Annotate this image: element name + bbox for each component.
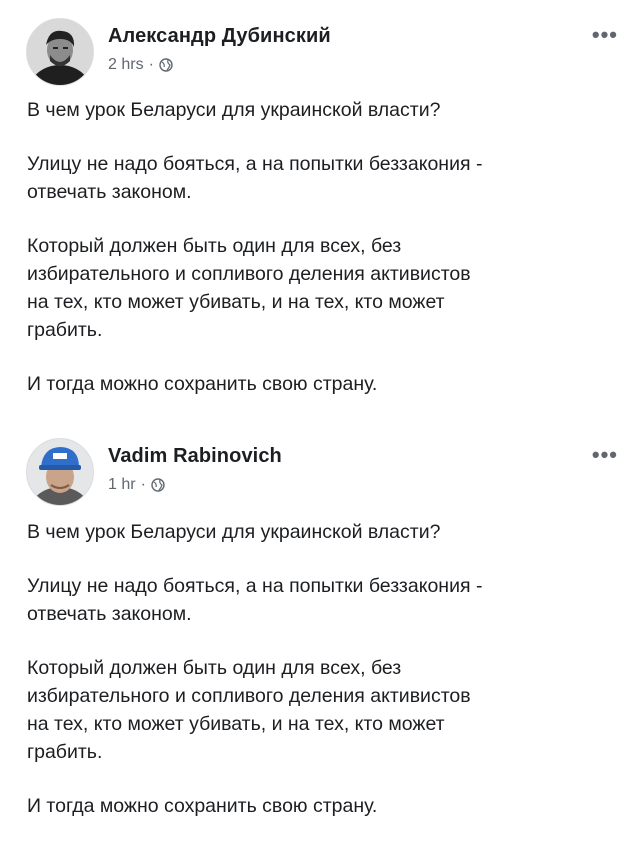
text-line: Улицу не надо бояться, а на попытки безз… — [27, 153, 483, 175]
paragraph: В чем урок Беларуси для украинской власт… — [27, 518, 617, 546]
post-time[interactable]: 2 hrs — [108, 56, 144, 74]
paragraph: В чем урок Беларуси для украинской власт… — [27, 96, 617, 124]
more-options-icon[interactable]: ••• — [592, 444, 618, 466]
author-name[interactable]: Vadim Rabinovich — [108, 445, 282, 468]
paragraph: Улицу не надо бояться, а на попытки безз… — [27, 572, 617, 628]
globe-icon — [151, 478, 165, 492]
text-line: отвечать законом. — [27, 603, 192, 625]
text-line: избирательного и сопливого деления актив… — [27, 685, 471, 707]
text-line: И тогда можно сохранить свою страну. — [27, 373, 378, 395]
text-line: Который должен быть один для всех, без — [27, 657, 402, 679]
text-line: Который должен быть один для всех, без — [27, 235, 402, 257]
post-text: В чем урок Беларуси для украинской власт… — [27, 96, 617, 424]
post-text: В чем урок Беларуси для украинской власт… — [27, 518, 617, 846]
paragraph: Который должен быть один для всех, без и… — [27, 232, 617, 344]
author-avatar[interactable] — [26, 18, 94, 86]
text-line: на тех, кто может убивать, и на тех, кто… — [27, 291, 445, 313]
meta-separator: · — [140, 476, 146, 493]
paragraph: Который должен быть один для всех, без и… — [27, 654, 617, 766]
paragraph: И тогда можно сохранить свою страну. — [27, 370, 617, 398]
text-line: отвечать законом. — [27, 181, 192, 203]
text-line: грабить. — [27, 319, 103, 341]
text-line: грабить. — [27, 741, 103, 763]
post-header: Vadim Rabinovich 1 hr · ••• — [24, 438, 624, 508]
text-line: на тех, кто может убивать, и на тех, кто… — [27, 713, 445, 735]
more-options-icon[interactable]: ••• — [592, 24, 618, 46]
text-line: И тогда можно сохранить свою страну. — [27, 795, 378, 817]
paragraph: Улицу не надо бояться, а на попытки безз… — [27, 150, 617, 206]
globe-icon — [159, 58, 173, 72]
post-header: Александр Дубинский 2 hrs · ••• — [24, 18, 624, 88]
text-line: В чем урок Беларуси для украинской власт… — [27, 521, 441, 543]
author-name[interactable]: Александр Дубинский — [108, 25, 331, 48]
text-line: В чем урок Беларуси для украинской власт… — [27, 99, 441, 121]
meta-separator: · — [148, 56, 154, 73]
post-meta: 2 hrs · — [108, 56, 173, 74]
text-line: Улицу не надо бояться, а на попытки безз… — [27, 575, 483, 597]
paragraph: И тогда можно сохранить свою страну. — [27, 792, 617, 820]
post-meta: 1 hr · — [108, 476, 165, 494]
post-time[interactable]: 1 hr — [108, 476, 136, 494]
text-line: избирательного и сопливого деления актив… — [27, 263, 471, 285]
author-avatar[interactable] — [26, 438, 94, 506]
